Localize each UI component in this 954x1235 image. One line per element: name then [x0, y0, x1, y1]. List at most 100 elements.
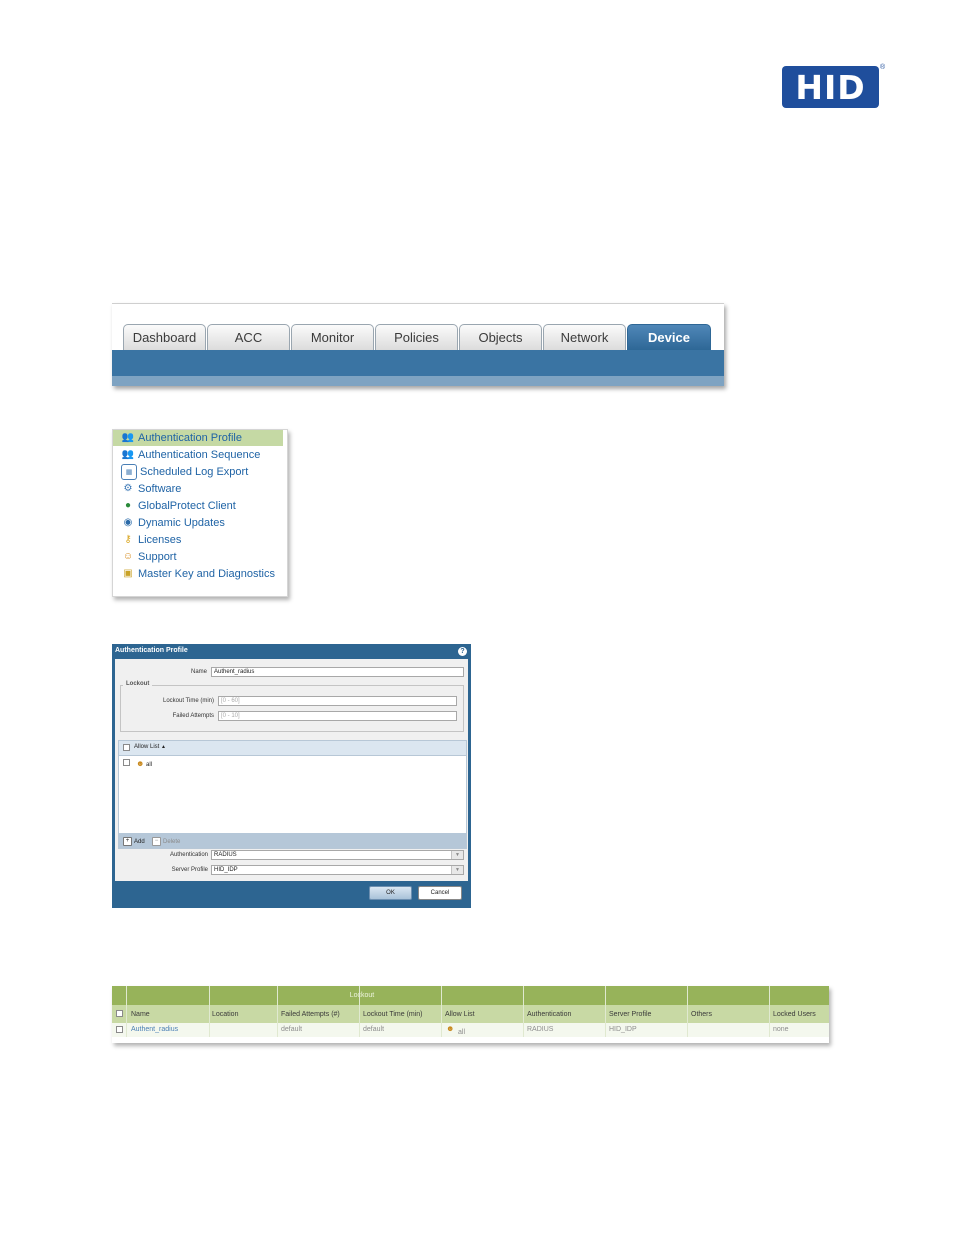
help-icon[interactable]: ? — [458, 647, 467, 656]
failed-attempts-field[interactable]: [0 - 10] — [218, 711, 457, 721]
authentication-value: RADIUS — [214, 852, 237, 858]
select-all-checkbox[interactable] — [116, 1010, 123, 1017]
menu-item-label: Licenses — [138, 534, 182, 546]
cell-server-profile: HID_IDP — [609, 1026, 637, 1033]
lockout-time-field[interactable]: [0 - 60] — [218, 696, 457, 706]
failed-attempts-label: Failed Attempts — [172, 713, 214, 719]
menu-item-label: Software — [138, 483, 182, 495]
lock-icon: ▣ — [123, 568, 133, 579]
key-icon: ⚷ — [124, 534, 132, 545]
column-divider — [277, 986, 278, 1037]
tab-acc[interactable]: ACC — [207, 324, 290, 350]
column-header-location[interactable]: Location — [212, 1011, 238, 1018]
tab-dashboard[interactable]: Dashboard — [123, 324, 206, 350]
ok-button[interactable]: OK — [369, 886, 412, 900]
authentication-profile-dialog: Authentication Profile ? Name Authent_ra… — [112, 644, 471, 908]
menu-item-master-key[interactable]: ▣ Master Key and Diagnostics — [121, 566, 275, 582]
users-icon: 👥 — [121, 432, 135, 443]
globe-icon: ● — [124, 500, 132, 511]
nav-tabs-screenshot: Dashboard ACC Monitor Policies Objects N… — [112, 303, 724, 386]
allow-list-item[interactable]: all — [146, 762, 152, 768]
update-icon: ◉ — [123, 517, 133, 528]
add-label: Add — [134, 838, 145, 845]
registered-mark: ® — [880, 64, 886, 71]
cell-lockout-time: default — [363, 1026, 385, 1033]
lockout-group-header: Lockout — [349, 992, 375, 999]
tab-objects[interactable]: Objects — [459, 324, 542, 350]
menu-item-globalprotect-client[interactable]: ● GlobalProtect Client — [121, 498, 236, 514]
column-header-failed-attempts[interactable]: Failed Attempts (#) — [281, 1011, 340, 1018]
menu-item-label: Support — [138, 551, 177, 563]
menu-item-label: Master Key and Diagnostics — [138, 568, 275, 580]
menu-item-authentication-sequence[interactable]: 👥 Authentication Sequence — [121, 447, 261, 463]
allow-list-header: Allow List ▲ — [119, 741, 466, 756]
select-all-checkbox[interactable] — [123, 744, 130, 751]
allow-list-grid: Allow List ▲ ☻ all + Add − Delete — [118, 740, 467, 849]
column-divider — [359, 986, 360, 1037]
tab-monitor[interactable]: Monitor — [291, 324, 374, 350]
hid-logo: HID — [782, 66, 879, 108]
tab-device[interactable]: Device — [627, 324, 711, 350]
users-sequence-icon: 👥 — [121, 449, 135, 460]
menu-item-label: Dynamic Updates — [138, 517, 225, 529]
logo-text: HID — [795, 67, 866, 107]
dialog-body: Name Authent_radius Lockout Lockout Time… — [115, 659, 468, 881]
software-icon: ⚙ — [123, 483, 133, 494]
column-header-authentication[interactable]: Authentication — [527, 1011, 571, 1018]
calendar-icon: ▦ — [121, 464, 137, 480]
column-header-allow-list[interactable]: Allow List — [445, 1011, 475, 1018]
menu-item-label: Authentication Sequence — [138, 449, 261, 461]
column-divider — [687, 986, 688, 1037]
server-profile-value: HID_IDP — [214, 867, 238, 873]
name-label: Name — [190, 669, 207, 675]
delete-label: Delete — [163, 838, 181, 845]
row-checkbox[interactable] — [123, 759, 130, 766]
cancel-button[interactable]: Cancel — [418, 886, 462, 900]
server-profile-label: Server Profile — [171, 867, 208, 873]
column-header-locked-users[interactable]: Locked Users — [773, 1011, 816, 1018]
support-icon: ☺ — [122, 551, 134, 562]
column-header-name[interactable]: Name — [131, 1011, 150, 1018]
chevron-down-icon[interactable]: ▼ — [451, 851, 463, 859]
menu-item-label: Scheduled Log Export — [140, 466, 249, 478]
menu-item-support[interactable]: ☺ Support — [121, 549, 177, 565]
dialog-title: Authentication Profile — [115, 647, 188, 654]
authentication-select[interactable]: RADIUS ▼ — [211, 850, 464, 860]
menu-item-dynamic-updates[interactable]: ◉ Dynamic Updates — [121, 515, 225, 531]
tab-policies[interactable]: Policies — [375, 324, 458, 350]
tab-network[interactable]: Network — [543, 324, 626, 350]
delete-button[interactable]: − Delete — [152, 837, 180, 846]
menu-item-licenses[interactable]: ⚷ Licenses — [121, 532, 181, 548]
column-divider — [605, 986, 606, 1037]
column-divider — [523, 986, 524, 1037]
grid-toolbar: + Add − Delete — [119, 833, 466, 848]
add-button[interactable]: + Add — [123, 837, 145, 846]
user-icon: ☻ — [136, 759, 145, 768]
cell-failed-attempts: default — [281, 1026, 303, 1033]
chevron-down-icon[interactable]: ▼ — [451, 866, 463, 874]
profiles-table-screenshot: Lockout Name Location Failed Attempts (#… — [112, 986, 829, 1043]
allow-list-column[interactable]: Allow List ▲ — [134, 744, 166, 750]
server-profile-select[interactable]: HID_IDP ▼ — [211, 865, 464, 875]
table-row[interactable] — [112, 1023, 829, 1037]
tab-bar: Dashboard ACC Monitor Policies Objects N… — [123, 324, 712, 350]
divider — [112, 303, 724, 304]
column-header-others[interactable]: Others — [691, 1011, 712, 1018]
lockout-section — [120, 685, 464, 732]
row-checkbox[interactable] — [116, 1026, 123, 1033]
name-field[interactable]: Authent_radius — [211, 667, 464, 677]
profile-name-link[interactable]: Authent_radius — [131, 1026, 178, 1033]
menu-item-label: Authentication Profile — [138, 432, 242, 444]
column-header-lockout-time[interactable]: Lockout Time (min) — [363, 1011, 423, 1018]
column-divider — [126, 986, 127, 1037]
menu-item-scheduled-log-export[interactable]: ▦ Scheduled Log Export — [121, 464, 248, 480]
sort-asc-icon: ▲ — [161, 744, 166, 750]
menu-item-software[interactable]: ⚙ Software — [121, 481, 182, 497]
menu-item-label: GlobalProtect Client — [138, 500, 236, 512]
plus-icon: + — [123, 837, 132, 846]
column-header-server-profile[interactable]: Server Profile — [609, 1011, 651, 1018]
menu-item-authentication-profile[interactable]: 👥 Authentication Profile — [113, 430, 283, 446]
column-divider — [209, 986, 210, 1037]
minus-icon: − — [152, 837, 161, 846]
lockout-time-label: Lockout Time (min) — [162, 698, 214, 704]
